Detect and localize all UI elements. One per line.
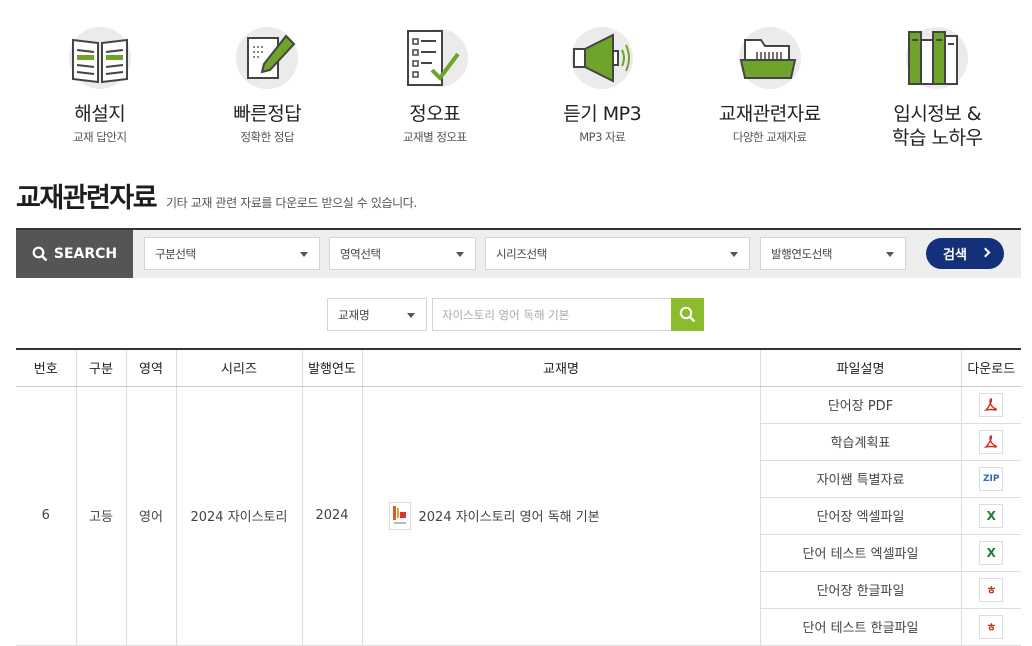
category-subtitle: 교재별 정오표 <box>402 130 467 144</box>
title-row: 교재관련자료 기타 교재 관련 자료를 다운로드 받으실 수 있습니다. <box>16 182 417 216</box>
cell-series: 2024 자이스토리 <box>175 386 302 646</box>
file-desc: 자이쌤 특별자료 <box>759 460 961 498</box>
zip-icon[interactable]: ZIP <box>979 466 1004 491</box>
chevron-down-icon <box>407 313 415 318</box>
excel-icon-label: X <box>986 545 996 560</box>
chevron-down-icon <box>730 252 738 257</box>
open-book-icon <box>67 26 133 90</box>
hwp-icon[interactable]: ㅎ <box>979 614 1004 639</box>
category-admission-info[interactable]: 입시정보 & 학습 노하우 <box>854 26 1022 156</box>
category-errata[interactable]: 정오표 교재별 정오표 <box>351 26 519 156</box>
header-year: 발행연도 <box>301 349 362 387</box>
category-title: 입시정보 & 학습 노하우 <box>892 103 983 149</box>
header-division: 구분 <box>75 349 126 387</box>
year-select[interactable]: 발행연도선택 <box>760 237 906 270</box>
header-download: 다운로드 <box>960 349 1021 387</box>
category-menu: 해설지 교재 답안지 빠른정답 정확한 정답 정오표 교재별 정오표 듣기 MP… <box>16 26 1021 156</box>
keyword-input[interactable] <box>432 298 672 331</box>
keyword-search-button[interactable] <box>671 298 704 331</box>
category-materials[interactable]: 교재관련자료 다양한 교재자료 <box>686 26 854 156</box>
category-subtitle: MP3 자료 <box>579 130 626 144</box>
download-cell <box>960 423 1021 461</box>
folder-icon <box>737 26 803 90</box>
download-cell: X <box>960 534 1021 572</box>
header-book-name: 교재명 <box>361 349 760 387</box>
chevron-right-icon <box>980 247 991 258</box>
file-desc: 단어 테스트 한글파일 <box>759 608 961 646</box>
book-title: 2024 자이스토리 영어 독해 기본 <box>418 510 600 525</box>
cell-book: 2024 자이스토리 영어 독해 기본 <box>361 386 760 646</box>
download-cell: ZIP <box>960 460 1021 498</box>
category-quick-answer[interactable]: 빠른정답 정확한 정답 <box>184 26 352 156</box>
category-title: 해설지 <box>74 103 126 125</box>
header-series: 시리즈 <box>175 349 302 387</box>
page-description: 기타 교재 관련 자료를 다운로드 받으실 수 있습니다. <box>166 196 417 210</box>
pdf-icon[interactable] <box>979 392 1004 417</box>
file-desc: 단어장 PDF <box>759 386 961 424</box>
checklist-icon <box>402 26 468 90</box>
file-desc: 단어장 엑셀파일 <box>759 497 961 535</box>
page-title: 교재관련자료 <box>16 183 158 214</box>
search-bar: SEARCH 구분선택 영역선택 시리즈선택 발행연도선택 검색 <box>16 228 1021 278</box>
series-select[interactable]: 시리즈선택 <box>485 237 750 270</box>
category-title: 교재관련자료 <box>718 103 821 125</box>
search-icon <box>32 246 48 262</box>
download-cell: ㅎ <box>960 608 1021 646</box>
category-answer-sheet[interactable]: 해설지 교재 답안지 <box>16 26 184 156</box>
excel-icon[interactable]: X <box>979 503 1004 528</box>
subject-select-value: 영역선택 <box>340 246 381 261</box>
cell-division: 고등 <box>75 386 126 646</box>
excel-icon[interactable]: X <box>979 540 1004 565</box>
pdf-icon[interactable] <box>979 429 1004 454</box>
chevron-down-icon <box>456 252 464 257</box>
category-subtitle: 정확한 정답 <box>240 130 295 144</box>
search-label-text: SEARCH <box>53 246 118 262</box>
category-title: 빠른정답 <box>233 103 302 125</box>
table-header-row: 번호 구분 영역 시리즈 발행연도 교재명 파일설명 다운로드 <box>16 349 1021 387</box>
subject-select[interactable]: 영역선택 <box>329 237 476 270</box>
chevron-down-icon <box>300 252 308 257</box>
category-title: 정오표 <box>409 103 461 125</box>
chevron-down-icon <box>886 252 894 257</box>
division-select-value: 구분선택 <box>155 246 196 261</box>
year-select-value: 발행연도선택 <box>771 246 833 261</box>
download-cell: ㅎ <box>960 571 1021 609</box>
category-title: 듣기 MP3 <box>563 103 642 125</box>
header-file-desc: 파일설명 <box>759 349 961 387</box>
category-subtitle: 다양한 교재자료 <box>732 130 807 144</box>
cell-year: 2024 <box>301 386 362 646</box>
cell-subject: 영어 <box>125 386 176 646</box>
header-subject: 영역 <box>125 349 176 387</box>
cell-no: 6 <box>16 386 76 646</box>
search-submit-button[interactable]: 검색 <box>926 238 1004 269</box>
book-cover-thumbnail <box>388 501 411 530</box>
books-icon <box>904 26 970 90</box>
hwp-icon-label: ㅎ <box>986 620 997 634</box>
download-cell: X <box>960 497 1021 535</box>
header-no: 번호 <box>16 349 76 387</box>
pencil-note-icon <box>234 26 300 90</box>
series-select-value: 시리즈선택 <box>496 246 547 261</box>
search-submit-label: 검색 <box>943 248 967 263</box>
keyword-type-value: 교재명 <box>338 307 370 322</box>
division-select[interactable]: 구분선택 <box>144 237 320 270</box>
speaker-icon <box>569 26 635 90</box>
hwp-icon[interactable]: ㅎ <box>979 577 1004 602</box>
materials-table: 번호 구분 영역 시리즈 발행연도 교재명 파일설명 다운로드 6 고등 영어 … <box>16 348 1021 646</box>
file-desc: 단어장 한글파일 <box>759 571 961 609</box>
book-info[interactable]: 2024 자이스토리 영어 독해 기본 <box>363 501 760 530</box>
excel-icon-label: X <box>986 508 996 523</box>
download-cell <box>960 386 1021 424</box>
hwp-icon-label: ㅎ <box>986 583 997 597</box>
table-row: 6 고등 영어 2024 자이스토리 2024 2024 자이스토리 영어 독해… <box>16 386 1021 646</box>
keyword-type-select[interactable]: 교재명 <box>327 298 427 331</box>
category-listening-mp3[interactable]: 듣기 MP3 MP3 자료 <box>519 26 687 156</box>
search-icon <box>679 306 696 323</box>
search-label: SEARCH <box>16 230 133 278</box>
category-subtitle: 교재 답안지 <box>72 130 127 144</box>
file-desc: 단어 테스트 엑셀파일 <box>759 534 961 572</box>
zip-icon-label: ZIP <box>983 473 1000 484</box>
file-desc: 학습계획표 <box>759 423 961 461</box>
